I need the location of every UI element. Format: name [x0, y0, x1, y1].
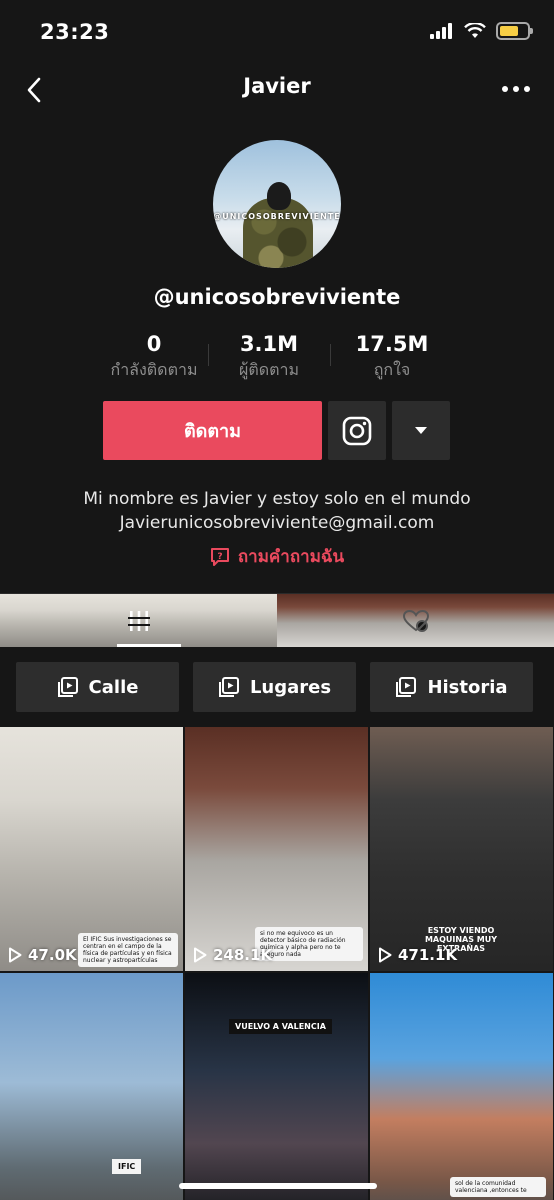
playlist-icon	[218, 677, 239, 697]
view-count-value: 47.0K	[28, 946, 77, 964]
video-overlay-text: VUELVO A VALENCIA	[229, 1019, 332, 1034]
playlist-label: Historia	[427, 676, 508, 698]
video-caption: El IFIC Sus investigaciones se centran e…	[78, 933, 178, 967]
status-time: 23:23	[40, 20, 110, 44]
cellular-signal-icon	[430, 23, 452, 39]
page-title: Javier	[243, 74, 311, 98]
stat-likes[interactable]: 17.5M ถูกใจ	[330, 332, 454, 382]
stat-followers[interactable]: 3.1M ผู้ติดตาม	[208, 332, 330, 382]
video-thumbnail[interactable]: El IFIC Sus investigaciones se centran e…	[0, 727, 183, 971]
playlist-chip-historia[interactable]: Historia	[370, 662, 533, 712]
view-count: 47.0K	[8, 946, 77, 964]
video-thumbnail[interactable]: VUELVO A VALENCIA	[185, 973, 368, 1200]
stat-likes-label: ถูกใจ	[373, 360, 411, 379]
active-tab-indicator	[117, 644, 181, 647]
avatar-logo-text: @UNICOSOBREVIVIENTE	[213, 212, 341, 221]
stat-followers-value: 3.1M	[239, 332, 299, 356]
playlist-chip-lugares[interactable]: Lugares	[193, 662, 356, 712]
follow-button[interactable]: ติดตาม	[103, 401, 322, 460]
wifi-icon	[464, 23, 486, 38]
avatar[interactable]: @UNICOSOBREVIVIENTE	[213, 140, 341, 268]
instagram-button[interactable]	[328, 401, 386, 460]
stat-divider	[330, 344, 331, 366]
playlist-chip-calle[interactable]: Calle	[16, 662, 179, 712]
bio: Mi nombre es Javier y estoy solo en el m…	[0, 487, 554, 535]
playlist-icon	[396, 677, 417, 697]
stat-followers-label: ผู้ติดตาม	[238, 360, 300, 379]
stat-following[interactable]: 0 กำลังติดตาม	[100, 332, 208, 382]
status-bar: 23:23	[0, 0, 554, 66]
tab-videos[interactable]	[0, 594, 277, 647]
video-thumbnail[interactable]: ESTOY VIENDO MAQUINAS MUY EXTRAÑAS 471.1…	[370, 727, 553, 971]
view-count-value: 248.1K	[213, 946, 273, 964]
instagram-icon	[342, 416, 372, 445]
profile-header: Javier	[0, 66, 554, 112]
video-thumbnail[interactable]: IFIC	[0, 973, 183, 1200]
stat-divider	[208, 344, 209, 366]
video-thumbnail[interactable]: si no me equivoco es un detector básico …	[185, 727, 368, 971]
grid-icon	[127, 610, 150, 631]
playlist-label: Lugares	[249, 676, 332, 698]
content-tabs	[0, 593, 554, 647]
username: @unicosobreviviente	[153, 285, 401, 309]
play-icon	[379, 947, 392, 963]
svg-text:?: ?	[217, 552, 222, 562]
view-count: 248.1K	[193, 946, 272, 964]
ask-question-link[interactable]: ? ถามคำถามฉัน	[0, 543, 554, 570]
stat-following-label: กำลังติดตาม	[110, 360, 198, 379]
video-thumbnail[interactable]: sol de la comunidad valenciana ,entonces…	[370, 973, 553, 1200]
stat-following-value: 0	[146, 332, 162, 356]
stat-likes-value: 17.5M	[355, 332, 429, 356]
play-icon	[194, 947, 207, 963]
status-icons	[430, 22, 533, 40]
video-grid: El IFIC Sus investigaciones se centran e…	[0, 727, 554, 1200]
home-indicator	[179, 1183, 377, 1189]
tab-liked-private[interactable]	[277, 594, 554, 647]
bio-email: Javierunicosobreviviente@gmail.com	[119, 513, 435, 533]
profile-stats: 0 กำลังติดตาม 3.1M ผู้ติดตาม 17.5M ถูกใจ	[100, 332, 454, 382]
view-count-value: 471.1K	[398, 946, 458, 964]
video-caption: sol de la comunidad valenciana ,entonces…	[450, 1177, 546, 1197]
play-icon	[9, 947, 22, 963]
more-icon	[502, 86, 508, 92]
view-count: 471.1K	[378, 946, 457, 964]
playlist-label: Calle	[88, 676, 139, 698]
playlist-icon	[57, 677, 78, 697]
bio-line: Mi nombre es Javier y estoy solo en el m…	[83, 489, 471, 509]
more-button[interactable]	[500, 74, 532, 104]
caret-down-icon	[415, 427, 427, 434]
ask-question-label: ถามคำถามฉัน	[237, 547, 345, 567]
battery-icon	[496, 22, 533, 40]
suggested-accounts-button[interactable]	[392, 401, 450, 460]
video-overlay-text: IFIC	[112, 1159, 142, 1174]
question-icon: ?	[210, 547, 229, 566]
liked-hidden-icon	[402, 609, 429, 632]
